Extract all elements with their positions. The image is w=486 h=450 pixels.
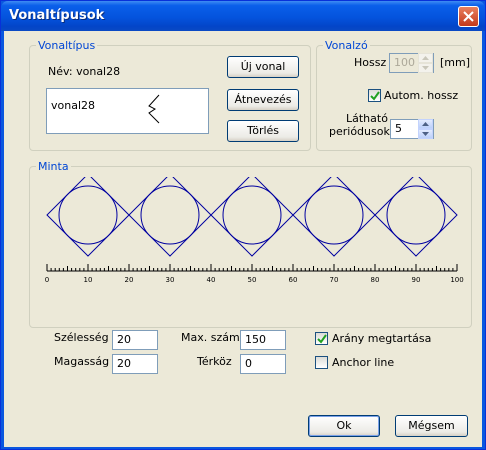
line-preview-icon (148, 94, 160, 124)
spacing-field[interactable]: 0 (240, 354, 286, 374)
sample-preview: 0 10 20 30 40 50 60 70 80 90 100 (45, 177, 464, 284)
ruler-tick-label: 80 (371, 276, 380, 284)
auto-length-label: Autom. hossz (384, 89, 459, 102)
window-title: Vonaltípusok (9, 8, 105, 23)
max-count-label: Max. szám (181, 331, 240, 344)
delete-button[interactable]: Törlés (227, 120, 299, 142)
ruler-tick-label: 0 (45, 276, 49, 284)
list-item-label: vonal28 (51, 99, 96, 112)
ruler-tick-label: 50 (248, 276, 257, 284)
pattern-circle (304, 185, 364, 245)
ruler-tick-label: 40 (207, 276, 216, 284)
ruler-tick-label: 10 (84, 276, 93, 284)
length-unit: [mm] (440, 56, 471, 69)
visible-periods-label-1: Látható (346, 112, 388, 125)
spin-up-icon[interactable] (418, 53, 433, 63)
spacing-label: Térköz (197, 355, 232, 368)
width-field[interactable]: 20 (112, 330, 158, 350)
anchor-line-checkbox[interactable] (315, 356, 328, 369)
spin-down-icon[interactable] (418, 63, 433, 73)
height-field[interactable]: 20 (112, 354, 158, 374)
rename-button[interactable]: Átnevezés (227, 89, 299, 111)
ruler-tick-label: 20 (125, 276, 134, 284)
ruler-tick-label: 60 (289, 276, 298, 284)
keep-ratio-label: Arány megtartása (332, 332, 432, 345)
length-label: Hossz (354, 56, 387, 69)
visible-periods-label-2: periódusok (329, 125, 390, 138)
pattern-circle (222, 185, 282, 245)
height-label: Magasság (54, 355, 110, 368)
ruler-legend: Vonalzó (323, 39, 370, 52)
linetype-legend: Vonaltípus (36, 39, 98, 52)
pattern-circle (140, 185, 200, 245)
title-bar[interactable]: Vonaltípusok (1, 1, 485, 31)
spin-up-icon[interactable] (418, 119, 433, 129)
ruler-tick-label: 30 (166, 276, 175, 284)
checkmark-icon (317, 334, 327, 344)
pattern-circle (58, 185, 118, 245)
length-spinner[interactable] (418, 53, 433, 73)
ruler-tick-label: 100 (450, 276, 463, 284)
max-count-field[interactable]: 150 (240, 330, 286, 350)
linetype-list[interactable]: vonal28 (46, 88, 209, 134)
name-label: Név: vonal28 (48, 65, 121, 78)
list-item[interactable]: vonal28 (49, 91, 206, 129)
ruler-tick-label: 70 (330, 276, 339, 284)
ok-button[interactable]: Ok (308, 415, 380, 437)
close-button[interactable] (458, 6, 479, 27)
checkmark-icon (370, 91, 380, 101)
auto-length-checkbox[interactable] (368, 89, 381, 102)
keep-ratio-checkbox[interactable] (315, 332, 328, 345)
visible-periods-spinner[interactable] (418, 119, 433, 139)
sample-legend: Minta (36, 160, 71, 173)
dialog-body: Vonaltípus Név: vonal28 vonal28 Új vonal… (4, 31, 482, 447)
cancel-button[interactable]: Mégsem (395, 415, 468, 437)
anchor-line-label: Anchor line (332, 356, 395, 369)
width-label: Szélesség (54, 331, 109, 344)
new-line-button[interactable]: Új vonal (227, 56, 299, 78)
close-icon (463, 11, 474, 22)
spin-down-icon[interactable] (418, 129, 433, 139)
ruler-tick-label: 90 (412, 276, 421, 284)
dialog-window: Vonaltípusok Vonaltípus Név: vonal28 von… (0, 0, 486, 450)
pattern-circle (386, 185, 446, 245)
